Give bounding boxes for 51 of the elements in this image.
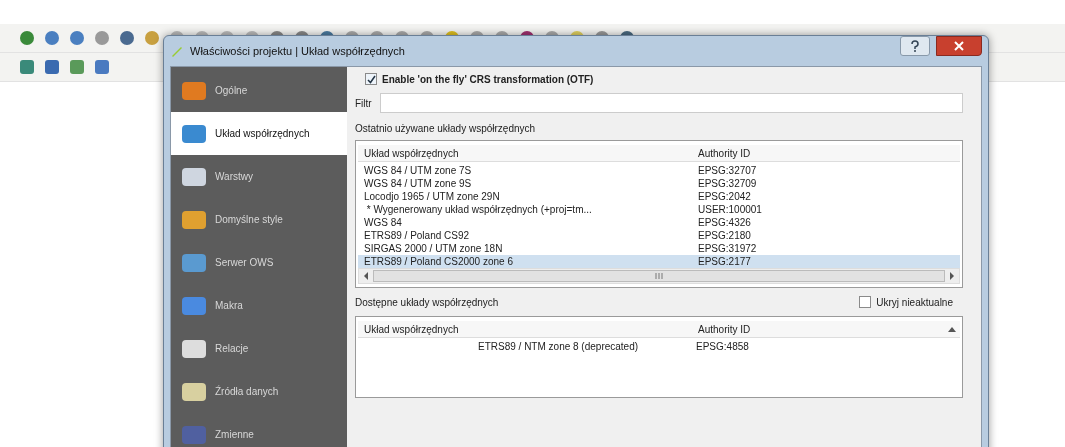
grip-icon: [655, 273, 663, 279]
filter-field[interactable]: [379, 93, 963, 113]
table-row[interactable]: ETRS89 / NTM zone 8 (deprecated) EPSG:4858: [358, 340, 960, 353]
sidebar-item[interactable]: Serwer OWS: [171, 241, 347, 284]
toolbar-icon[interactable]: [18, 58, 36, 76]
toolbar-icon[interactable]: [118, 29, 136, 47]
toolbar-icon[interactable]: [18, 29, 36, 47]
table-row[interactable]: * Wygenerowany układ współrzędnych (+proj=tm... USER:100001: [358, 203, 960, 216]
toolbar-icon[interactable]: [93, 58, 111, 76]
section-label: Dostępne układy współrzędnych: [355, 296, 499, 308]
question-mark-icon: [910, 40, 920, 52]
table-row[interactable]: ETRS89 / Poland CS2000 zone 6 EPSG:2177: [358, 255, 960, 268]
toolbar-icon[interactable]: [68, 29, 86, 47]
scroll-up-icon[interactable]: [948, 326, 956, 332]
toolbar-icon[interactable]: [93, 29, 111, 47]
close-button[interactable]: [936, 36, 982, 56]
sidebar-item[interactable]: Relacje: [171, 327, 347, 370]
hide-deprecated-checkbox[interactable]: [859, 296, 872, 308]
table-row[interactable]: Locodjo 1965 / UTM zone 29N EPSG:2042: [358, 190, 960, 203]
column-header[interactable]: Authority ID: [694, 147, 751, 159]
otf-label: Enable 'on the fly' CRS transformation (OTF): [382, 73, 594, 85]
sidebar-item[interactable]: Warstwy: [171, 155, 347, 198]
help-button[interactable]: [900, 36, 930, 56]
table-row[interactable]: SIRGAS 2000 / UTM zone 18N EPSG:31972: [358, 242, 960, 255]
sidebar-item[interactable]: Układ współrzędnych: [171, 112, 347, 155]
scroll-left-icon[interactable]: [363, 272, 369, 280]
table-row[interactable]: WGS 84 / UTM zone 9S EPSG:32709: [358, 177, 960, 190]
window-title: Właściwości projektu | Układ współrzędnych: [190, 45, 405, 57]
column-header[interactable]: Układ współrzędnych: [358, 323, 694, 335]
filter-label: Filtr: [355, 97, 372, 109]
table-row[interactable]: WGS 84 EPSG:4326: [358, 216, 960, 229]
sidebar-item[interactable]: Makra: [171, 284, 347, 327]
toolbar-icon[interactable]: [43, 58, 61, 76]
sidebar-item[interactable]: Ogólne: [171, 69, 347, 112]
scroll-right-icon[interactable]: [949, 272, 955, 280]
close-icon: [954, 41, 964, 51]
toolbar-icon[interactable]: [68, 58, 86, 76]
toolbar-icon[interactable]: [43, 29, 61, 47]
horizontal-scrollbar[interactable]: [358, 268, 960, 284]
table-row[interactable]: WGS 84 / UTM zone 7S EPSG:32707: [358, 164, 960, 177]
hide-deprecated-label: Ukryj nieaktualne: [876, 296, 953, 308]
otf-checkbox[interactable]: [365, 73, 377, 85]
column-header[interactable]: Authority ID: [694, 323, 751, 335]
pencil-icon: [170, 44, 184, 58]
column-header[interactable]: Układ współrzędnych: [358, 147, 694, 159]
section-label: Ostatnio używane układy współrzędnych: [355, 123, 537, 134]
sidebar-item[interactable]: Zmienne: [171, 413, 347, 447]
table-row[interactable]: ETRS89 / Poland CS92 EPSG:2180: [358, 229, 960, 242]
sidebar-item[interactable]: Domyślne style: [171, 198, 347, 241]
sidebar-item[interactable]: Źródła danych: [171, 370, 347, 413]
toolbar-icon[interactable]: [143, 29, 161, 47]
